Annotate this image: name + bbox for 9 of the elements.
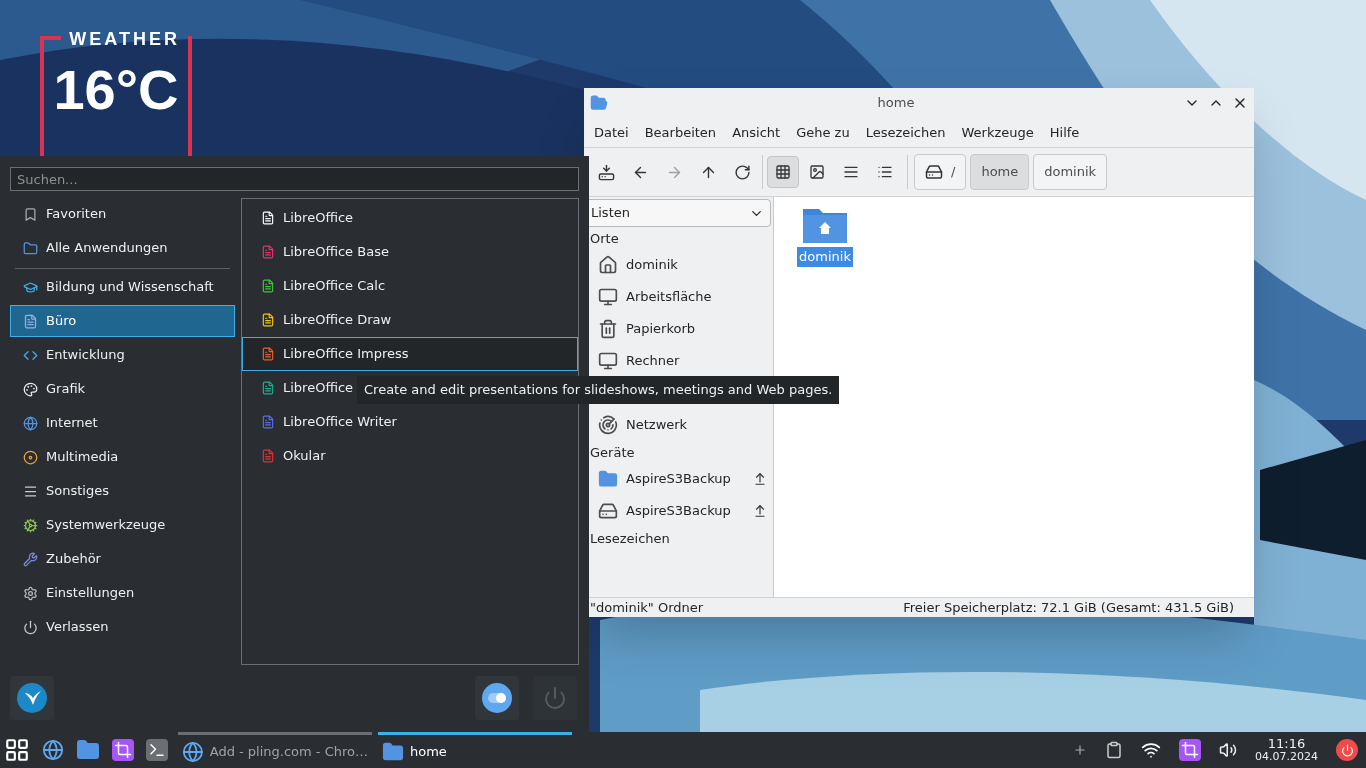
- disk-space-text: Freier Speicherplatz: 72.1 GiB (Gesamt: 431.5 GiB): [903, 598, 1234, 617]
- section-heading: Geräte: [589, 444, 636, 462]
- window-title: home: [876, 94, 916, 113]
- weather-title: WEATHER: [68, 28, 181, 50]
- section-heading: Orte: [589, 230, 620, 248]
- tooltip: Create and edit presentations for slideshows, meetings and Web pages.: [357, 376, 840, 404]
- temperature: 16°C: [53, 60, 179, 120]
- status-text: "dominik" Ordner: [590, 598, 704, 617]
- section-heading: Lesezeichen: [589, 530, 671, 548]
